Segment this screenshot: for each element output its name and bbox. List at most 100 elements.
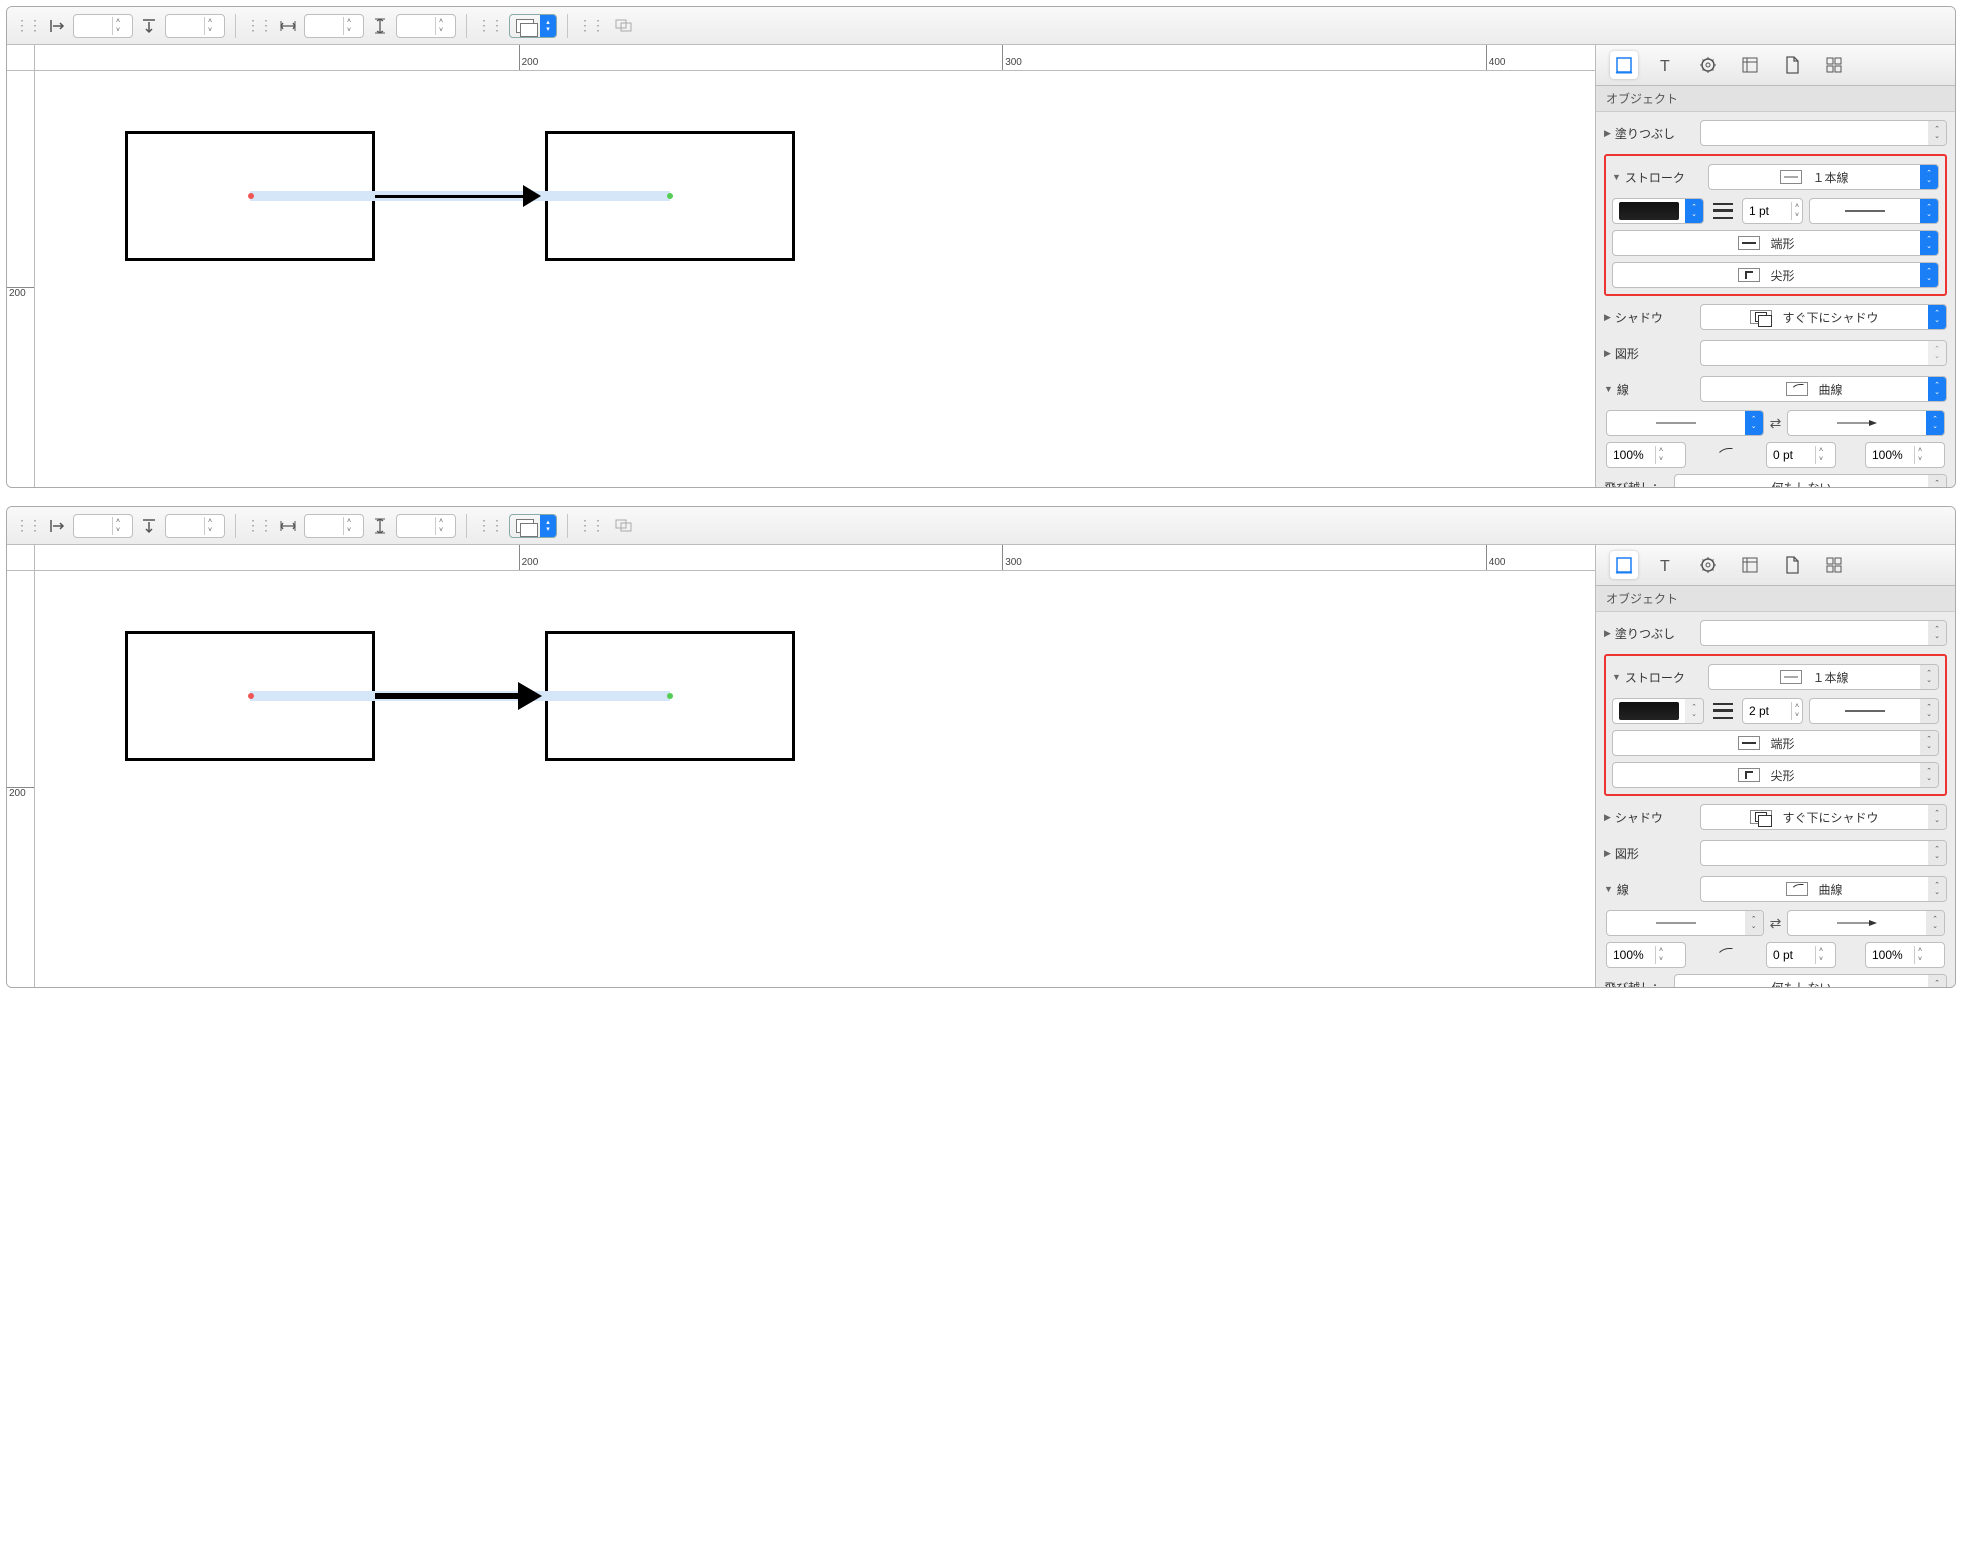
align-top-icon[interactable] xyxy=(139,516,159,536)
shape-popup[interactable]: ⌃⌄ xyxy=(1700,840,1947,866)
stepper-up[interactable]: ˄ xyxy=(113,17,123,26)
tab-properties[interactable] xyxy=(1694,551,1722,579)
stroke-type-popup[interactable]: １本線⌃⌄ xyxy=(1708,164,1939,190)
canvas[interactable] xyxy=(35,71,1595,487)
y-position-field[interactable]: ˄˅ xyxy=(165,14,225,38)
connection-arrow[interactable] xyxy=(375,195,525,198)
y-position-field[interactable]: ˄˅ xyxy=(165,514,225,538)
head-scale-field[interactable]: ˄˅ xyxy=(1865,942,1945,968)
height-icon[interactable] xyxy=(370,16,390,36)
line-type-popup[interactable]: 曲線⌃⌄ xyxy=(1700,876,1947,902)
fill-popup[interactable]: ⌃⌄ xyxy=(1700,620,1947,646)
align-left-icon[interactable] xyxy=(47,16,67,36)
stroke-color-popup[interactable]: ⌃⌄ xyxy=(1612,198,1704,224)
line-cap-popup[interactable]: 端形⌃⌄ xyxy=(1612,730,1939,756)
connection-end-handle[interactable] xyxy=(667,193,673,199)
x-position-field[interactable]: ˄˅ xyxy=(73,14,133,38)
disclosure-icon[interactable]: ▶ xyxy=(1604,312,1611,323)
shadow-section[interactable]: ▶シャドウ すぐ下にシャドウ⌃⌄ xyxy=(1604,302,1947,332)
shadow-popup[interactable]: すぐ下にシャドウ⌃⌄ xyxy=(1700,304,1947,330)
tab-text[interactable]: T xyxy=(1652,51,1680,79)
shape-section[interactable]: ▶図形 ⌃⌄ xyxy=(1604,338,1947,368)
disclosure-icon[interactable]: ▼ xyxy=(1604,384,1613,394)
arrow-head-popup[interactable]: ⌃⌄ xyxy=(1787,410,1945,436)
shape-popup[interactable]: ⌃⌄ xyxy=(1700,340,1947,366)
align-left-icon[interactable] xyxy=(47,516,67,536)
line-section[interactable]: ▼線 曲線⌃⌄ xyxy=(1604,874,1947,904)
tab-object[interactable] xyxy=(1610,51,1638,79)
tab-properties[interactable] xyxy=(1694,51,1722,79)
hop-popup[interactable]: 何もしない⌃⌄ xyxy=(1674,974,1947,987)
layer-popup[interactable]: ▴▾ xyxy=(509,14,557,38)
tab-grid[interactable] xyxy=(1820,51,1848,79)
shadow-popup[interactable]: すぐ下にシャドウ⌃⌄ xyxy=(1700,804,1947,830)
width-icon[interactable] xyxy=(278,16,298,36)
line-cap-popup[interactable]: 端形⌃⌄ xyxy=(1612,230,1939,256)
disclosure-icon[interactable]: ▶ xyxy=(1604,128,1611,139)
disclosure-icon[interactable]: ▶ xyxy=(1604,848,1611,859)
disclosure-icon[interactable]: ▼ xyxy=(1612,672,1621,682)
stroke-width-field[interactable]: ˄˅ xyxy=(1742,698,1803,724)
curve-offset-field[interactable]: ˄˅ xyxy=(1766,942,1836,968)
head-scale-field[interactable]: ˄˅ xyxy=(1865,442,1945,468)
disclosure-icon[interactable]: ▶ xyxy=(1604,628,1611,639)
stroke-width-field[interactable]: ˄˅ xyxy=(1742,198,1803,224)
fill-section[interactable]: ▶塗りつぶし ⌃⌄ xyxy=(1604,618,1947,648)
swap-arrows-icon[interactable]: ⇄ xyxy=(1770,915,1782,932)
tab-text[interactable]: T xyxy=(1652,551,1680,579)
connection-arrow[interactable] xyxy=(375,693,520,699)
tab-document[interactable] xyxy=(1778,551,1806,579)
fill-popup[interactable]: ⌃⌄ xyxy=(1700,120,1947,146)
tab-document[interactable] xyxy=(1778,51,1806,79)
arrow-tail-popup[interactable]: ⌃⌄ xyxy=(1606,410,1764,436)
fill-section[interactable]: ▶塗りつぶし ⌃⌄ xyxy=(1604,118,1947,148)
group-button[interactable] xyxy=(610,514,638,538)
width-field[interactable]: ˄˅ xyxy=(304,14,364,38)
align-top-icon[interactable] xyxy=(139,16,159,36)
arrow-tail-popup[interactable]: ⌃⌄ xyxy=(1606,910,1764,936)
stroke-color-popup[interactable]: ⌃⌄ xyxy=(1612,698,1704,724)
connection-start-handle[interactable] xyxy=(248,693,254,699)
hop-popup[interactable]: 何もしない⌃⌄ xyxy=(1674,474,1947,487)
height-icon[interactable] xyxy=(370,516,390,536)
tab-canvas[interactable] xyxy=(1736,51,1764,79)
disclosure-icon[interactable]: ▼ xyxy=(1604,884,1613,894)
stroke-width-input[interactable] xyxy=(1743,204,1791,218)
width-icon[interactable] xyxy=(278,516,298,536)
shape-section[interactable]: ▶図形 ⌃⌄ xyxy=(1604,838,1947,868)
stroke-position-icon[interactable] xyxy=(1710,700,1736,722)
height-field[interactable]: ˄˅ xyxy=(396,14,456,38)
shadow-section[interactable]: ▶シャドウ すぐ下にシャドウ⌃⌄ xyxy=(1604,802,1947,832)
line-type-popup[interactable]: 曲線⌃⌄ xyxy=(1700,376,1947,402)
disclosure-icon[interactable]: ▶ xyxy=(1604,812,1611,823)
tab-grid[interactable] xyxy=(1820,551,1848,579)
stroke-type-popup[interactable]: １本線⌃⌄ xyxy=(1708,664,1939,690)
line-corner-popup[interactable]: 尖形⌃⌄ xyxy=(1612,762,1939,788)
arrow-head-popup[interactable]: ⌃⌄ xyxy=(1787,910,1945,936)
x-position-input[interactable] xyxy=(74,20,112,32)
layer-popup[interactable]: ▴▾ xyxy=(509,514,557,538)
stroke-dash-popup[interactable]: ⌃⌄ xyxy=(1809,698,1939,724)
tab-canvas[interactable] xyxy=(1736,551,1764,579)
curve-offset-field[interactable]: ˄˅ xyxy=(1766,442,1836,468)
group-button[interactable] xyxy=(610,14,638,38)
connection-start-handle[interactable] xyxy=(248,193,254,199)
x-position-field[interactable]: ˄˅ xyxy=(73,514,133,538)
tab-object[interactable] xyxy=(1610,551,1638,579)
disclosure-icon[interactable]: ▼ xyxy=(1612,172,1621,182)
width-field[interactable]: ˄˅ xyxy=(304,514,364,538)
height-field[interactable]: ˄˅ xyxy=(396,514,456,538)
stroke-dash-popup[interactable]: ⌃⌄ xyxy=(1809,198,1939,224)
stepper-down[interactable]: ˅ xyxy=(113,26,123,35)
stroke-width-input[interactable] xyxy=(1743,704,1791,718)
stroke-position-icon[interactable] xyxy=(1710,200,1736,222)
line-section[interactable]: ▼線 曲線⌃⌄ xyxy=(1604,374,1947,404)
connection-end-handle[interactable] xyxy=(667,693,673,699)
tail-scale-field[interactable]: ˄˅ xyxy=(1606,942,1686,968)
canvas[interactable] xyxy=(35,571,1595,987)
disclosure-icon[interactable]: ▶ xyxy=(1604,348,1611,359)
tail-scale-field[interactable]: ˄˅ xyxy=(1606,442,1686,468)
swap-arrows-icon[interactable]: ⇄ xyxy=(1770,415,1782,432)
line-corner-popup[interactable]: 尖形⌃⌄ xyxy=(1612,262,1939,288)
y-position-input[interactable] xyxy=(166,20,204,32)
